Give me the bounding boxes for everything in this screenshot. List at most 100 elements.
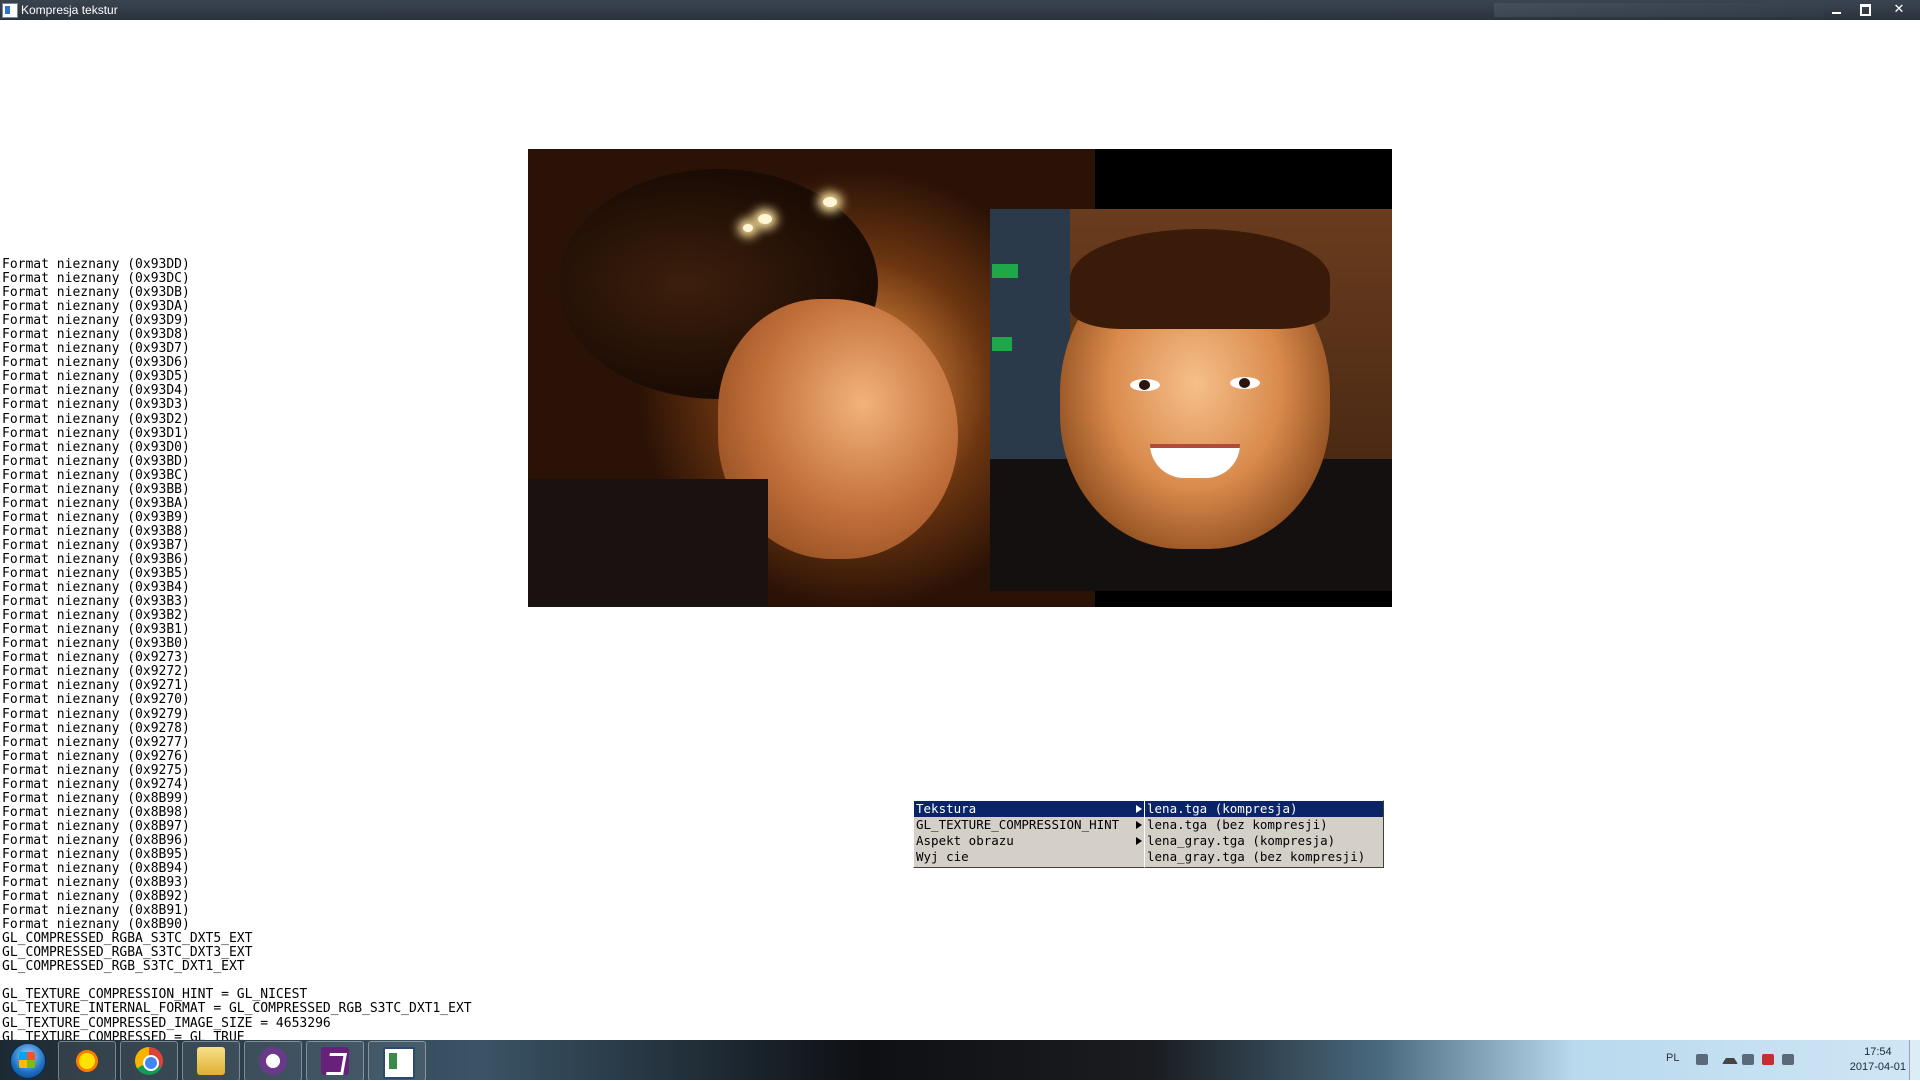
- photo-eye: [1130, 379, 1160, 391]
- log-line: Format nieznany (0x93BA): [2, 495, 190, 511]
- menu-item-label: GL_TEXTURE_COMPRESSION_HINT: [916, 817, 1120, 832]
- submenu-arrow-icon: [1136, 805, 1142, 813]
- menu-item-label: Tekstura: [916, 801, 977, 816]
- log-line: Format nieznany (0x9277): [2, 734, 190, 750]
- taskbar-app-chrome[interactable]: [120, 1041, 178, 1081]
- menu-item-label: lena.tga (kompresja): [1147, 801, 1298, 816]
- log-line: Format nieznany (0x93DB): [2, 285, 190, 301]
- action-center-icon[interactable]: [1762, 1054, 1774, 1065]
- menu-item[interactable]: lena_gray.tga (kompresja): [1145, 833, 1383, 849]
- taskbar-app-visual-studio[interactable]: [306, 1041, 364, 1081]
- photo-green-mark: [992, 337, 1012, 351]
- volume-icon[interactable]: [1742, 1054, 1754, 1065]
- taskbar-app-window[interactable]: [368, 1041, 426, 1081]
- log-line: GL_COMPRESSED_RGBA_S3TC_DXT5_EXT: [2, 931, 253, 947]
- texture-render: [528, 149, 1392, 607]
- log-line: Format nieznany (0x93D3): [2, 397, 190, 413]
- log-line: Format nieznany (0x8B90): [2, 917, 190, 933]
- log-line: Format nieznany (0x93D1): [2, 425, 190, 441]
- chrome-icon: [135, 1047, 163, 1075]
- texture-photo-front: [990, 209, 1392, 591]
- menu-item[interactable]: Wyj cie: [914, 849, 1144, 865]
- submenu-arrow-icon: [1136, 837, 1142, 845]
- log-line: Format nieznany (0x8B95): [2, 846, 190, 862]
- log-line: GL_COMPRESSED_RGB_S3TC_DXT1_EXT: [2, 959, 245, 975]
- log-line: Format nieznany (0x9273): [2, 650, 190, 666]
- log-line: Format nieznany (0x93B6): [2, 551, 190, 567]
- sun-icon: [73, 1047, 101, 1075]
- show-hidden-icons-icon[interactable]: [1722, 1058, 1738, 1064]
- console-output: Format nieznany (0x93DD) Format nieznany …: [2, 257, 472, 1045]
- ceiling-light: [823, 197, 837, 207]
- app-window-icon: [2, 3, 18, 18]
- log-line: Format nieznany (0x9271): [2, 678, 190, 694]
- log-line: Format nieznany (0x93D2): [2, 411, 190, 427]
- start-button[interactable]: [4, 1041, 50, 1079]
- system-clock[interactable]: 17:54 2017-04-01: [1850, 1045, 1906, 1075]
- log-line: GL_TEXTURE_COMPRESSION_HINT = GL_NICEST: [2, 987, 308, 1003]
- log-blank-line: [2, 974, 472, 988]
- taskbar-app-explorer[interactable]: [182, 1041, 240, 1081]
- menu-item[interactable]: lena_gray.tga (bez kompresji): [1145, 849, 1383, 865]
- log-line: Format nieznany (0x93D4): [2, 383, 190, 399]
- log-line: Format nieznany (0x93B8): [2, 523, 190, 539]
- menu-item[interactable]: lena.tga (kompresja): [1145, 801, 1383, 817]
- photo-eye: [1230, 377, 1260, 389]
- taskbar-app-cat[interactable]: [244, 1041, 302, 1081]
- cat-icon: [259, 1047, 287, 1075]
- log-line: Format nieznany (0x93DC): [2, 271, 190, 287]
- menu-item-label: lena_gray.tga (kompresja): [1147, 833, 1336, 848]
- log-line: Format nieznany (0x93DD): [2, 257, 190, 272]
- menu-item[interactable]: Tekstura: [914, 801, 1144, 817]
- log-line: GL_COMPRESSED_RGBA_S3TC_DXT3_EXT: [2, 945, 253, 961]
- minimize-button[interactable]: [1822, 0, 1852, 20]
- show-desktop-button[interactable]: [1909, 1040, 1920, 1080]
- menu-item[interactable]: Aspekt obrazu: [914, 833, 1144, 849]
- log-line: Format nieznany (0x93D7): [2, 341, 190, 357]
- restore-button[interactable]: [1850, 0, 1880, 20]
- log-line: Format nieznany (0x8B98): [2, 804, 190, 820]
- context-menu: Tekstura GL_TEXTURE_COMPRESSION_HINT Aspek…: [913, 800, 1145, 868]
- log-line: Format nieznany (0x9276): [2, 748, 190, 764]
- log-line: Format nieznany (0x9270): [2, 692, 190, 708]
- close-button[interactable]: ✕: [1884, 0, 1914, 20]
- log-line: Format nieznany (0x9279): [2, 706, 190, 722]
- log-line: Format nieznany (0x93B0): [2, 636, 190, 652]
- menu-item-label: lena_gray.tga (bez kompresji): [1147, 849, 1366, 864]
- taskbar: PL 17:54 2017-04-01: [0, 1040, 1920, 1081]
- menu-item[interactable]: lena.tga (bez kompresji): [1145, 817, 1383, 833]
- log-line: Format nieznany (0x93BB): [2, 481, 190, 497]
- taskbar-app-sun[interactable]: [58, 1041, 116, 1081]
- log-line: Format nieznany (0x8B92): [2, 889, 190, 905]
- menu-item-label: Wyj cie: [916, 849, 969, 864]
- log-line: GL_TEXTURE_INTERNAL_FORMAT = GL_COMPRESS…: [2, 1001, 472, 1017]
- log-line: Format nieznany (0x8B93): [2, 875, 190, 891]
- window-titlebar[interactable]: Kompresja tekstur ✕: [0, 0, 1920, 20]
- window-app-icon: [383, 1047, 415, 1079]
- menu-item[interactable]: GL_TEXTURE_COMPRESSION_HINT: [914, 817, 1144, 833]
- window-title: Kompresja tekstur: [21, 3, 118, 17]
- log-line: Format nieznany (0x8B91): [2, 903, 190, 919]
- log-line: Format nieznany (0x9278): [2, 720, 190, 736]
- photo-shirt: [528, 479, 768, 607]
- log-line: Format nieznany (0x93B9): [2, 509, 190, 525]
- photo-hair: [1070, 229, 1330, 329]
- visual-studio-icon: [321, 1047, 349, 1075]
- log-line: Format nieznany (0x93B5): [2, 566, 190, 582]
- clock-time: 17:54: [1864, 1046, 1892, 1058]
- language-indicator[interactable]: PL: [1666, 1052, 1679, 1064]
- keyboard-icon[interactable]: [1696, 1054, 1708, 1065]
- log-line: Format nieznany (0x9272): [2, 664, 190, 680]
- network-icon[interactable]: [1782, 1054, 1794, 1065]
- folder-icon: [197, 1047, 225, 1075]
- log-line: GL_TEXTURE_COMPRESSED_IMAGE_SIZE = 46532…: [2, 1015, 331, 1031]
- log-line: Format nieznany (0x93B1): [2, 622, 190, 638]
- submenu-arrow-icon: [1136, 821, 1142, 829]
- log-line: Format nieznany (0x93D9): [2, 313, 190, 329]
- system-tray: PL: [1660, 1040, 1860, 1080]
- log-line: Format nieznany (0x8B94): [2, 861, 190, 877]
- log-line: Format nieznany (0x93D5): [2, 369, 190, 385]
- windows-logo-icon: [19, 1052, 35, 1068]
- log-line: Format nieznany (0x93D8): [2, 327, 190, 343]
- log-line: Format nieznany (0x8B97): [2, 818, 190, 834]
